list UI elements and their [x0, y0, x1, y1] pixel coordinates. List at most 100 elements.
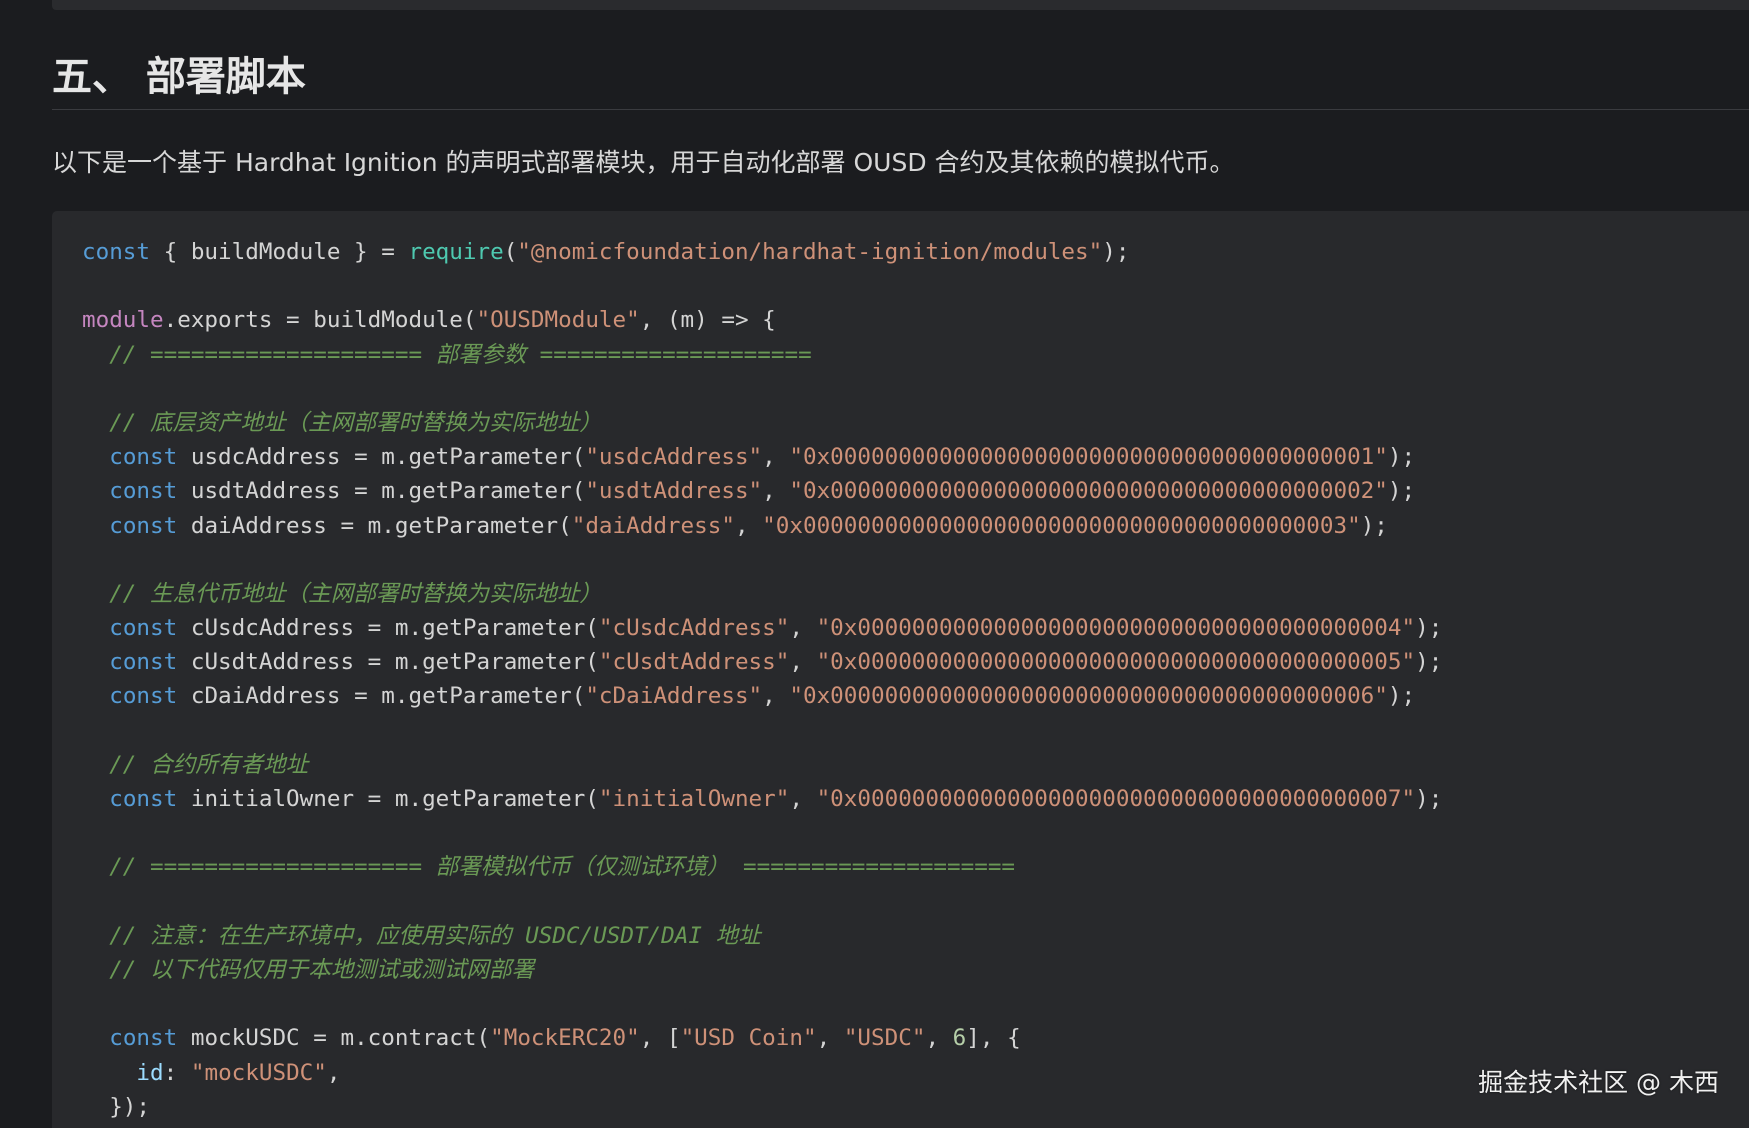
code-token-string: "initialOwner" — [598, 786, 790, 812]
code-token-plain: , — [762, 478, 790, 505]
section-heading-text: 五、 部署脚本 — [52, 54, 306, 100]
code-line: const { buildModule } = require("@nomicf… — [82, 235, 1442, 269]
code-token-plain: , [ — [639, 1025, 681, 1052]
code-line: const cDaiAddress = m.getParameter("cDai… — [82, 679, 1442, 713]
code-token-string: "USDC" — [843, 1025, 926, 1052]
code-token-string: "usdtAddress" — [585, 478, 763, 505]
code-token-plain: cUsdtAddress = m.getParameter( — [177, 649, 599, 676]
watermark: 掘金技术社区 @ 木西 — [1478, 1068, 1719, 1097]
code-token-plain: ); — [1102, 239, 1130, 265]
code-token-string: "cDaiAddress" — [585, 683, 763, 710]
code-token-plain: , — [925, 1025, 953, 1052]
code-token-string: "0x0000000000000000000000000000000000000… — [816, 786, 1416, 812]
intro-paragraph: 以下是一个基于 Hardhat Ignition 的声明式部署模块，用于自动化部… — [52, 148, 1235, 177]
code-token-keyword: const — [109, 649, 178, 676]
code-token-plain: usdtAddress = m.getParameter( — [177, 478, 586, 505]
code-token-builtin: require — [408, 239, 504, 265]
code-token-plain: ], { — [966, 1025, 1021, 1052]
code-token-plain: , — [789, 786, 817, 812]
code-token-plain: { buildModule } = — [150, 239, 409, 265]
code-block[interactable]: const { buildModule } = require("@nomicf… — [52, 211, 1749, 1128]
code-token-plain: , — [789, 615, 817, 642]
code-content[interactable]: const { buildModule } = require("@nomicf… — [82, 235, 1442, 1124]
code-token-keyword: const — [109, 478, 178, 505]
code-token-string: "0x0000000000000000000000000000000000000… — [789, 444, 1388, 471]
code-line: const cUsdcAddress = m.getParameter("cUs… — [82, 611, 1442, 645]
code-token-string: "MockERC20" — [490, 1025, 640, 1052]
code-token-string: "0x0000000000000000000000000000000000000… — [789, 478, 1388, 505]
code-line: id: "mockUSDC", — [82, 1056, 1442, 1090]
code-token-comment: // ==================== 部署模拟代币（仅测试环境） ==… — [82, 854, 1016, 881]
code-line: const mockUSDC = m.contract("MockERC20",… — [82, 1021, 1442, 1055]
code-line: // 底层资产地址（主网部署时替换为实际地址） — [82, 406, 1442, 440]
code-token-plain: cUsdcAddress = m.getParameter( — [177, 615, 599, 642]
code-line: }); — [82, 1090, 1442, 1124]
code-token-keyword: const — [109, 786, 178, 812]
code-token-keyword: const — [109, 1025, 178, 1052]
code-token-plain: : — [163, 1059, 191, 1086]
code-token-comment: // 生息代币地址（主网部署时替换为实际地址） — [82, 580, 602, 607]
code-token-keyword: const — [109, 683, 178, 710]
code-line: // 注意：在生产环境中，应使用实际的 USDC/USDT/DAI 地址 — [82, 919, 1442, 953]
code-token-module: module — [82, 307, 164, 334]
code-line: const usdcAddress = m.getParameter("usdc… — [82, 440, 1442, 474]
code-token-plain: .exports = buildModule( — [163, 307, 477, 334]
previous-block-edge — [52, 0, 1749, 10]
code-token-plain: , — [734, 512, 763, 539]
code-token-string: "USD Coin" — [680, 1025, 817, 1052]
code-line: // 以下代码仅用于本地测试或测试网部署 — [82, 953, 1442, 987]
code-token-string: "0x0000000000000000000000000000000000000… — [816, 615, 1416, 642]
code-token-plain: , — [762, 444, 790, 471]
code-line: const daiAddress = m.getParameter("daiAd… — [82, 509, 1442, 543]
code-token-comment: // 以下代码仅用于本地测试或测试网部署 — [82, 956, 535, 983]
code-token-keyword: const — [109, 615, 178, 642]
code-token-plain: usdcAddress = m.getParameter( — [177, 444, 586, 471]
code-token-plain: , — [762, 683, 790, 710]
code-token-string: "usdcAddress" — [585, 444, 763, 471]
code-token-string: "daiAddress" — [571, 512, 735, 539]
code-token-plain: ); — [1415, 615, 1443, 642]
code-token-plain: ); — [1360, 512, 1388, 539]
code-line: module.exports = buildModule("OUSDModule… — [82, 303, 1442, 337]
code-token-string: "0x0000000000000000000000000000000000000… — [816, 649, 1416, 676]
code-token-plain: , — [816, 1025, 844, 1052]
code-token-plain: , — [326, 1059, 341, 1086]
code-token-plain: , (m) => { — [639, 307, 776, 334]
code-token-plain: , — [789, 649, 817, 676]
code-token-plain: ); — [1415, 649, 1443, 676]
code-line: // ==================== 部署模拟代币（仅测试环境） ==… — [82, 850, 1442, 884]
code-token-plain: mockUSDC = m.contract( — [177, 1025, 491, 1052]
code-token-plain: ); — [1387, 683, 1416, 710]
code-token-plain: ); — [1387, 444, 1416, 471]
code-line: const usdtAddress = m.getParameter("usdt… — [82, 474, 1442, 508]
code-token-comment: // 合约所有者地址 — [82, 751, 309, 778]
section-heading: 五、 部署脚本 — [52, 48, 1749, 110]
code-line: // ==================== 部署参数 ===========… — [82, 338, 1442, 372]
code-token-keyword: const — [109, 444, 178, 471]
code-token-plain: initialOwner = m.getParameter( — [177, 786, 599, 812]
code-token-number: 6 — [952, 1025, 967, 1052]
code-token-comment: // ==================== 部署参数 ===========… — [82, 341, 812, 368]
code-token-comment: // 注意：在生产环境中，应使用实际的 USDC/USDT/DAI 地址 — [82, 922, 761, 949]
code-token-string: "@nomicfoundation/hardhat-ignition/modul… — [517, 239, 1103, 265]
code-line: const cUsdtAddress = m.getParameter("cUs… — [82, 645, 1442, 679]
code-token-plain: ); — [1387, 478, 1416, 505]
code-token-plain: }); — [82, 1093, 151, 1120]
code-token-string: "cUsdcAddress" — [598, 615, 790, 642]
code-line: const initialOwner = m.getParameter("ini… — [82, 782, 1442, 816]
code-token-string: "0x0000000000000000000000000000000000000… — [789, 683, 1388, 710]
